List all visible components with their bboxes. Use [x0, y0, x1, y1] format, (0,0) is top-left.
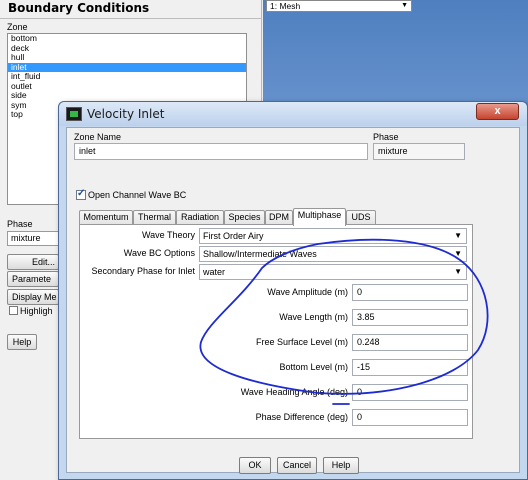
graphics-window-value: 1: Mesh	[270, 1, 301, 11]
checkbox-box	[9, 306, 18, 315]
secondary-phase-value: water	[203, 267, 226, 277]
multiphase-tab-panel: Wave Theory First Order Airy ▼ Wave BC O…	[79, 224, 473, 439]
tab-radiation[interactable]: Radiation	[176, 210, 224, 225]
wave-length-label: Wave Length (m)	[279, 312, 348, 322]
phase-label: Phase	[7, 219, 33, 229]
free-surface-level-label: Free Surface Level (m)	[255, 337, 348, 347]
parameters-button[interactable]: Paramete	[7, 271, 59, 287]
display-mesh-button[interactable]: Display Me	[7, 289, 59, 305]
phase-difference-input[interactable]: 0	[352, 409, 468, 426]
chevron-down-icon: ▼	[454, 267, 462, 276]
phase-difference-label: Phase Difference (deg)	[255, 412, 348, 422]
wave-theory-dropdown[interactable]: First Order Airy ▼	[199, 228, 467, 244]
close-icon: x	[494, 105, 501, 117]
velocity-inlet-dialog: Velocity Inlet x Zone Name inlet Phase m…	[58, 101, 528, 480]
wave-length-input[interactable]: 3.85	[352, 309, 468, 326]
phase-field: mixture	[373, 143, 465, 160]
panel-title: Boundary Conditions	[8, 1, 150, 15]
zone-name-label: Zone Name	[74, 132, 122, 142]
phase-label: Phase	[373, 132, 399, 142]
zone-label: Zone	[7, 22, 28, 32]
zone-item-outlet[interactable]: outlet	[8, 81, 246, 92]
wave-bc-options-label: Wave BC Options	[123, 248, 195, 258]
zone-name-field[interactable]: inlet	[74, 143, 368, 160]
open-channel-wave-bc-checkbox[interactable]: Open Channel Wave BC	[76, 188, 187, 200]
tab-momentum[interactable]: Momentum	[79, 210, 133, 225]
graphics-window-selector[interactable]: 1: Mesh ▼	[266, 0, 412, 12]
close-button[interactable]: x	[476, 103, 519, 120]
zone-item-inlet[interactable]: inlet	[8, 62, 246, 72]
wave-theory-label: Wave Theory	[141, 230, 195, 240]
wave-heading-angle-label: Wave Heading Angle (deg)	[240, 387, 348, 397]
cancel-button[interactable]: Cancel	[277, 457, 317, 474]
tab-thermal[interactable]: Thermal	[133, 210, 176, 225]
phase-dropdown[interactable]: mixture	[7, 231, 59, 246]
chevron-down-icon: ▼	[454, 249, 462, 258]
chevron-down-icon: ▼	[454, 231, 462, 240]
ok-button[interactable]: OK	[239, 457, 271, 474]
tab-multiphase[interactable]: Multiphase	[293, 208, 346, 226]
help-button[interactable]: Help	[323, 457, 359, 474]
zone-item-side[interactable]: side	[8, 90, 246, 101]
tab-uds[interactable]: UDS	[346, 210, 376, 225]
zone-item-deck[interactable]: deck	[8, 43, 246, 54]
edit-button[interactable]: Edit...	[7, 254, 59, 270]
bottom-level-input[interactable]: -15	[352, 359, 468, 376]
fluent-app-icon	[66, 107, 82, 121]
secondary-phase-label: Secondary Phase for Inlet	[91, 266, 195, 276]
zone-item-int-fluid[interactable]: int_fluid	[8, 71, 246, 82]
wave-bc-options-dropdown[interactable]: Shallow/Intermediate Waves ▼	[199, 246, 467, 262]
bottom-level-label: Bottom Level (m)	[279, 362, 348, 372]
wave-heading-angle-input[interactable]: 0	[352, 384, 468, 401]
free-surface-level-input[interactable]: 0.248	[352, 334, 468, 351]
title-divider	[0, 18, 262, 19]
zone-item-bottom[interactable]: bottom	[8, 34, 246, 44]
wave-amplitude-label: Wave Amplitude (m)	[267, 287, 348, 297]
zone-item-hull[interactable]: hull	[8, 52, 246, 63]
tab-species[interactable]: Species	[224, 210, 265, 225]
highlight-zone-checkbox[interactable]: Highligh	[9, 306, 53, 316]
secondary-phase-dropdown[interactable]: water ▼	[199, 264, 467, 280]
help-button[interactable]: Help	[7, 334, 37, 350]
wave-theory-value: First Order Airy	[203, 231, 264, 241]
dialog-titlebar[interactable]: Velocity Inlet x	[59, 102, 527, 126]
highlight-label: Highligh	[20, 306, 53, 316]
tab-dpm[interactable]: DPM	[265, 210, 293, 225]
chevron-down-icon: ▼	[401, 2, 408, 9]
checkbox-checked-icon	[76, 188, 86, 200]
open-channel-label: Open Channel Wave BC	[88, 190, 187, 200]
dialog-body: Zone Name inlet Phase mixture Open Chann…	[66, 127, 520, 474]
wave-bc-options-value: Shallow/Intermediate Waves	[203, 249, 317, 259]
dialog-title: Velocity Inlet	[87, 107, 165, 121]
wave-amplitude-input[interactable]: 0	[352, 284, 468, 301]
